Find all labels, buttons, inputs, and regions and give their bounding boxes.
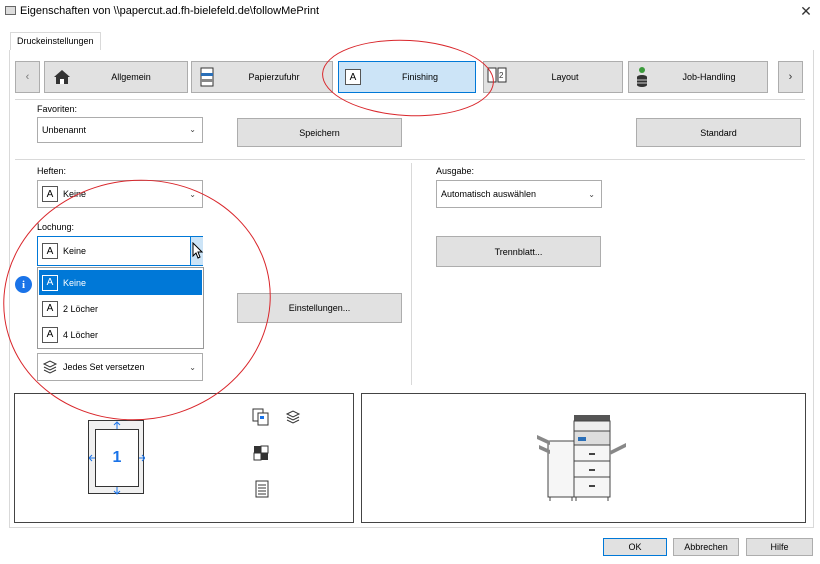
favorites-label: Favoriten: xyxy=(37,104,78,114)
nav-papierzufuhr-button[interactable]: Papierzufuhr xyxy=(191,61,333,93)
favorites-value: Unbenannt xyxy=(42,125,87,135)
chevron-down-icon: ⌄ xyxy=(588,190,595,199)
title-bar: Eigenschaften von \\papercut.ad.fh-biele… xyxy=(0,0,820,24)
nav-job-handling-button[interactable]: Job-Handling xyxy=(628,61,768,93)
offset-stack-icon xyxy=(285,409,301,427)
printer-icon xyxy=(5,6,16,15)
page-preview: 1 xyxy=(14,393,354,523)
heften-label: Heften: xyxy=(37,166,67,176)
nav-prev-button[interactable]: ‹ xyxy=(15,61,40,93)
chevron-left-icon: ‹ xyxy=(25,71,30,83)
trennblatt-button[interactable]: Trennblatt... xyxy=(436,236,601,267)
save-button[interactable]: Speichern xyxy=(237,118,402,147)
cancel-button[interactable]: Abbrechen xyxy=(673,538,739,556)
ausgabe-label: Ausgabe: xyxy=(436,166,475,176)
printer-device-image xyxy=(534,411,634,508)
ok-button[interactable]: OK xyxy=(603,538,667,556)
nav-allgemein-label: Allgemein xyxy=(111,72,151,82)
standard-button[interactable]: Standard xyxy=(636,118,801,147)
close-icon[interactable]: ✕ xyxy=(798,3,814,20)
document-icon xyxy=(255,480,269,500)
section-divider xyxy=(15,159,805,160)
copy-pages-icon xyxy=(251,407,271,429)
column-divider xyxy=(411,163,412,385)
tab-druckeinstellungen[interactable]: Druckeinstellungen xyxy=(10,32,101,51)
nav-next-button[interactable]: › xyxy=(778,61,803,93)
chevron-right-icon: › xyxy=(788,71,793,83)
ausgabe-select[interactable]: Automatisch auswählen ⌄ xyxy=(436,180,602,208)
ausgabe-value: Automatisch auswählen xyxy=(441,189,537,199)
window-title: Eigenschaften von \\papercut.ad.fh-biele… xyxy=(20,5,320,17)
stapling-icon: A xyxy=(42,186,58,202)
help-button[interactable]: Hilfe xyxy=(746,538,813,556)
page-thumbnail: 1 xyxy=(88,420,145,495)
nav-layout-button[interactable]: 2 Layout xyxy=(483,61,623,93)
chevron-down-icon: ⌄ xyxy=(189,125,196,134)
nav-papierzufuhr-label: Papierzufuhr xyxy=(248,72,300,82)
printer-preview xyxy=(361,393,806,523)
nav-job-handling-label: Job-Handling xyxy=(682,72,736,82)
nav-layout-label: Layout xyxy=(551,72,579,82)
favorites-select[interactable]: Unbenannt ⌄ xyxy=(37,117,203,143)
color-mode-icon xyxy=(253,445,269,463)
nav-allgemein-button[interactable]: Allgemein xyxy=(44,61,188,93)
